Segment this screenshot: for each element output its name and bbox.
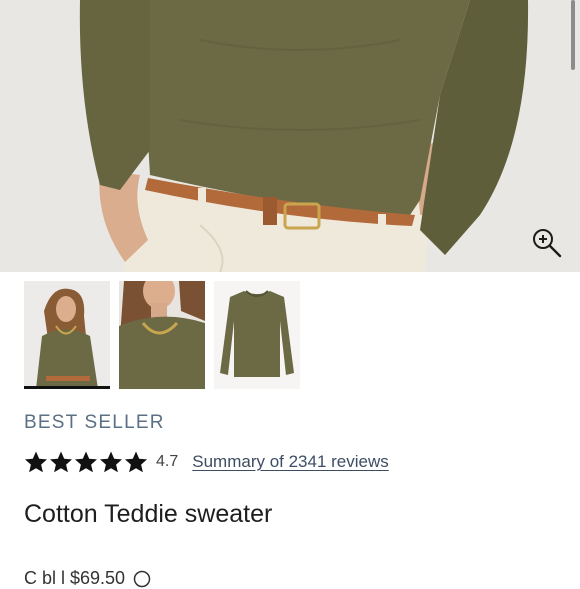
best-seller-badge: BEST SELLER <box>24 412 165 433</box>
scrollbar-thumb[interactable] <box>571 0 575 70</box>
rating-value: 4.7 <box>156 453 179 470</box>
reviews-summary-link[interactable]: Summary of 2341 reviews <box>192 452 389 472</box>
product-title: Cotton Teddie sweater <box>24 500 273 528</box>
star-icon <box>25 451 47 473</box>
star-icon <box>100 451 122 473</box>
thumb-flat-lay[interactable] <box>214 281 300 389</box>
price-line-partial: C bl l $69.50 <box>24 568 564 589</box>
product-hero-image[interactable] <box>0 0 580 272</box>
rating-stars <box>24 450 148 474</box>
price-text-partial: C bl l $69.50 <box>24 568 126 588</box>
info-icon[interactable] <box>133 570 151 588</box>
star-icon <box>75 451 97 473</box>
rating-row: 4.7 Summary of 2341 reviews <box>24 448 389 476</box>
thumb-model-closeup[interactable] <box>119 281 205 389</box>
thumb-model-front[interactable] <box>24 281 110 389</box>
zoom-in-icon[interactable] <box>530 226 564 260</box>
hero-photo <box>0 0 580 272</box>
star-icon <box>125 451 147 473</box>
star-icon <box>50 451 72 473</box>
